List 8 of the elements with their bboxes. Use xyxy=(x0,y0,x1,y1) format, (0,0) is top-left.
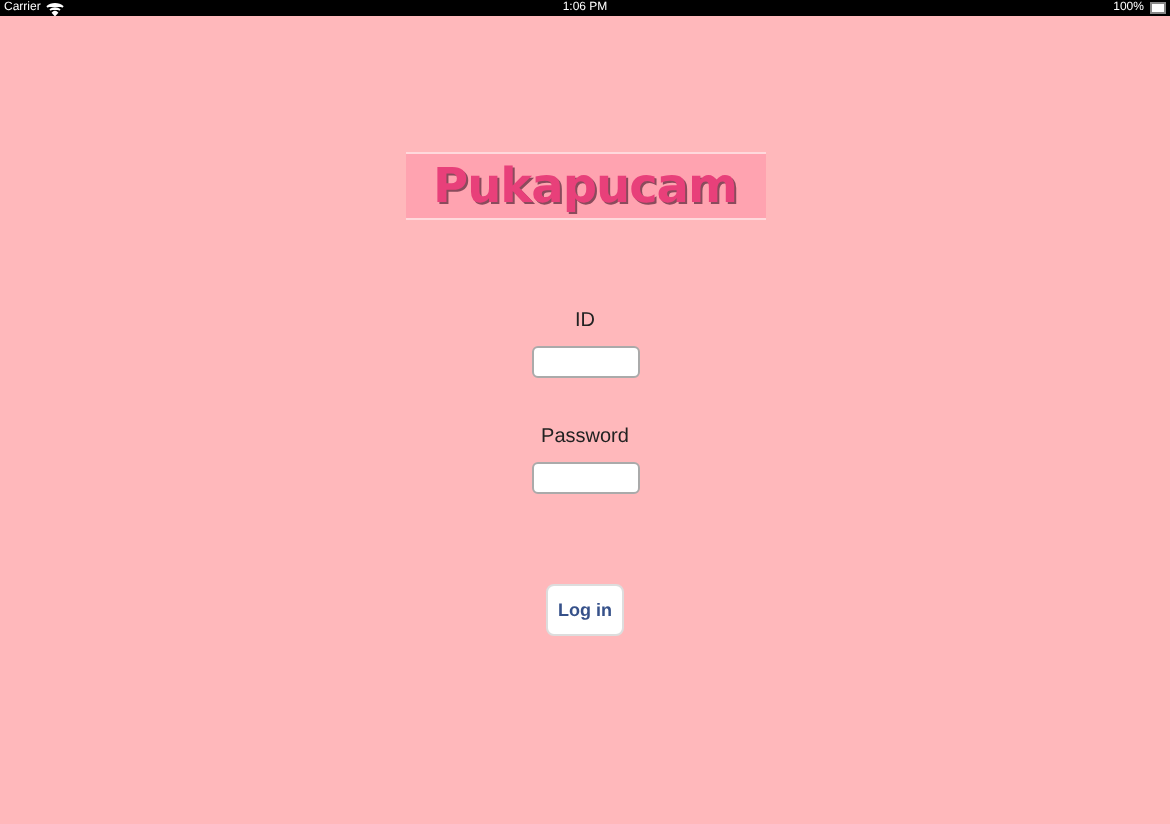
battery-icon xyxy=(1149,2,1166,14)
input-field[interactable] xyxy=(531,346,639,378)
field-label: Password xyxy=(541,426,629,450)
wifi-icon xyxy=(46,1,65,15)
input-field[interactable] xyxy=(531,462,639,494)
login-button[interactable]: Log in xyxy=(546,584,624,636)
field-label: ID xyxy=(575,310,595,334)
logo-text: Pukapucam xyxy=(432,158,738,214)
